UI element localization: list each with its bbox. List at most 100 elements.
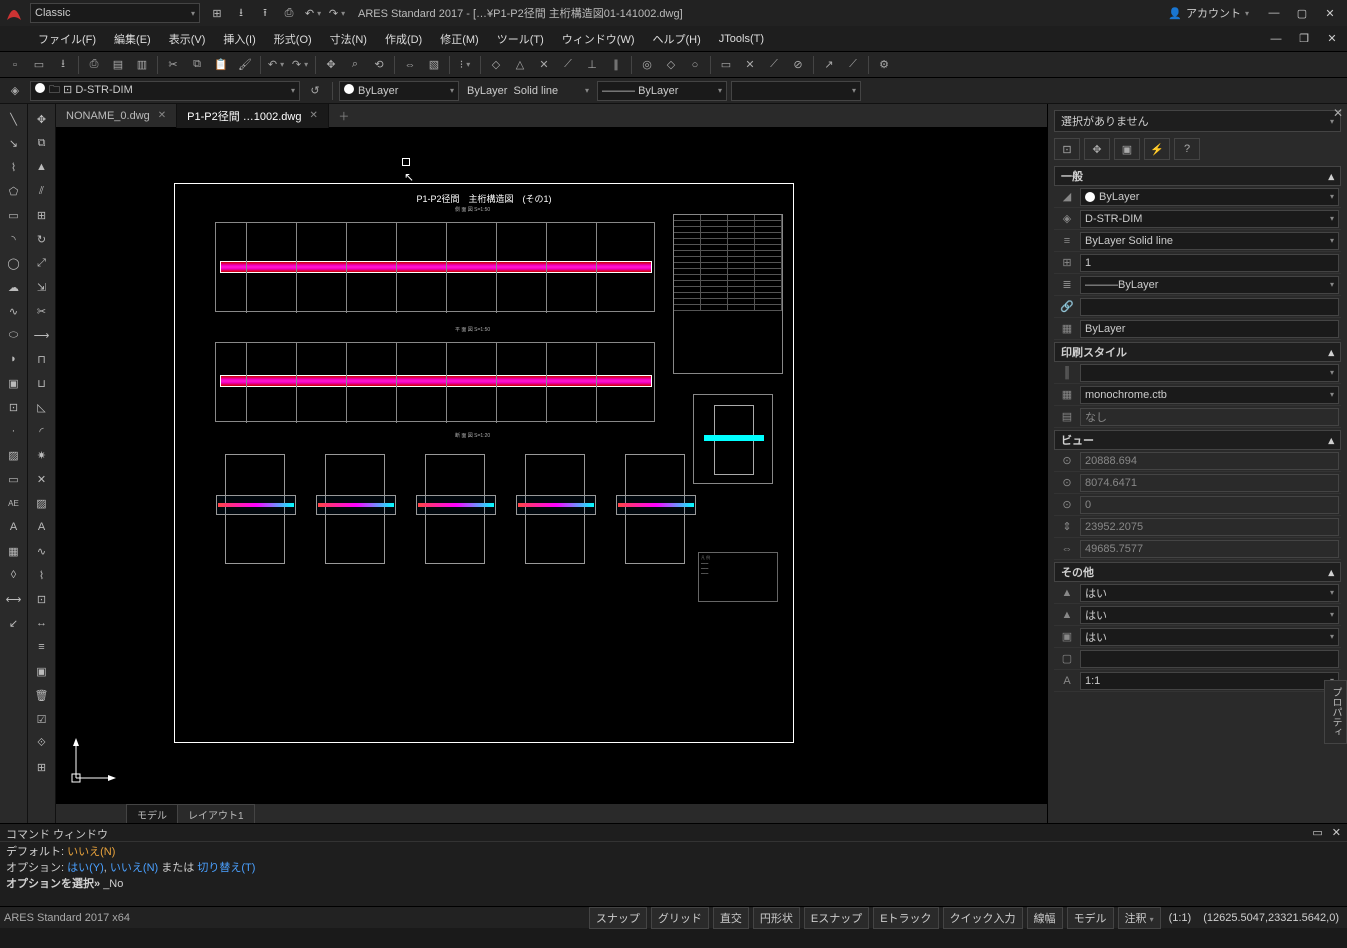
snap-from-button[interactable]: ↗ (818, 55, 840, 75)
help-button[interactable]: ? (1174, 138, 1200, 160)
match-props-button[interactable]: 🖌 (234, 55, 256, 75)
join-button[interactable]: ⊔ (31, 372, 53, 394)
make-block-button[interactable]: ⊡ (3, 396, 25, 418)
revcloud-button[interactable]: ☁ (3, 276, 25, 298)
zoom-prev-button[interactable]: ⟲ (368, 55, 390, 75)
command-history[interactable]: デフォルト: いいえ(N) オプション: はい(Y), いいえ(N) または 切… (0, 842, 1347, 906)
leader-button[interactable]: ↙ (3, 612, 25, 634)
mdi-minimize-button[interactable]: — (1263, 29, 1289, 49)
pan-button[interactable]: ✥ (320, 55, 342, 75)
drawing-canvas[interactable]: ↖ P1-P2径間 主桁構造図 (その1) 側 面 図 S=1:50 (56, 128, 1047, 803)
pick-add-button[interactable]: ▣ (1114, 138, 1140, 160)
undo-button[interactable]: ↶ (302, 3, 324, 23)
status-grid-button[interactable]: グリッド (651, 907, 709, 929)
pedit-button[interactable]: ⟐ (31, 732, 53, 754)
mdi-close-button[interactable]: ✕ (1319, 29, 1345, 49)
rotate-button[interactable]: ↻ (31, 228, 53, 250)
zoom-window-button[interactable]: ⌕ (344, 55, 366, 75)
status-ortho-button[interactable]: 直交 (713, 907, 749, 929)
menu-draw[interactable]: 作成(D) (377, 28, 430, 50)
polyline-button[interactable]: ⌇ (3, 156, 25, 178)
polygon-button[interactable]: ⬠ (3, 180, 25, 202)
chamfer-button[interactable]: ◺ (31, 396, 53, 418)
snap-node-button[interactable]: ✕ (739, 55, 761, 75)
ray-button[interactable]: ↘ (3, 132, 25, 154)
status-annot-button[interactable]: 注釈 (1118, 907, 1161, 929)
snap-ext-button[interactable]: ⟋ (557, 55, 579, 75)
ellipse-button[interactable]: ⬭ (3, 324, 25, 346)
audit-button[interactable]: ☑ (31, 708, 53, 730)
prop-transparency[interactable]: ByLayer (1080, 320, 1339, 338)
print-button[interactable]: ⎙ (83, 55, 105, 75)
prop-hyperlink[interactable] (1080, 298, 1339, 316)
cut-button[interactable]: ✂ (162, 55, 184, 75)
snap-ins-button[interactable]: ▭ (715, 55, 737, 75)
purge-button[interactable]: 🗑 (31, 684, 53, 706)
menu-view[interactable]: 表示(V) (161, 28, 214, 50)
table-button[interactable]: ▦ (3, 540, 25, 562)
snap-quad-button[interactable]: ◇ (660, 55, 682, 75)
layer-manager-button[interactable]: ◈ (4, 81, 26, 101)
edit-hatch-button[interactable]: ▨ (31, 492, 53, 514)
ellipse-arc-button[interactable]: ◗ (3, 348, 25, 370)
close-tab-icon[interactable]: ✕ (310, 110, 318, 121)
prop-lineweight[interactable]: ——— ByLayer▾ (1080, 276, 1339, 294)
prop-ltscale[interactable]: 1 (1080, 254, 1339, 272)
cmd-opt-no[interactable]: いいえ(N) (110, 862, 158, 874)
plotstyle-select[interactable]: ▾ (731, 81, 861, 101)
point-button[interactable]: · (3, 420, 25, 442)
prop-ptable[interactable]: monochrome.ctb▾ (1080, 386, 1339, 404)
fillet-button[interactable]: ◜ (31, 420, 53, 442)
panel-close-button[interactable]: ✕ (1333, 106, 1343, 120)
workspace-select[interactable]: Classic ▾ (30, 3, 200, 23)
close-tab-icon[interactable]: ✕ (158, 110, 166, 121)
save-button[interactable]: ⭳ (52, 55, 74, 75)
stretch-button[interactable]: ⇲ (31, 276, 53, 298)
status-dynin-button[interactable]: クイック入力 (943, 907, 1023, 929)
arc-button[interactable]: ◝ (3, 228, 25, 250)
status-etrack-button[interactable]: Eトラック (873, 907, 938, 929)
menu-insert[interactable]: 挿入(I) (215, 28, 263, 50)
mtext-button[interactable]: A (3, 516, 25, 538)
prop-layer[interactable]: D-STR-DIM▾ (1080, 210, 1339, 228)
section-other-header[interactable]: その他▴ (1054, 562, 1341, 582)
print-preview-button[interactable]: ▤ (107, 55, 129, 75)
paste-button[interactable]: 📋 (210, 55, 232, 75)
snap-none-button[interactable]: ⊘ (787, 55, 809, 75)
new-button[interactable]: ▫ (4, 55, 26, 75)
close-button[interactable]: ✕ (1317, 3, 1343, 23)
hatch-button[interactable]: ▨ (3, 444, 25, 466)
snap-settings-button[interactable]: ⚙ (873, 55, 895, 75)
status-model-button[interactable]: モデル (1067, 907, 1114, 929)
redo-button[interactable]: ↷ (326, 3, 348, 23)
edit-spline-button[interactable]: ∿ (31, 540, 53, 562)
prop-anno[interactable]: はい▾ (1080, 584, 1339, 602)
cmd-opt-yes[interactable]: はい(Y) (67, 862, 104, 874)
dist-button[interactable]: ⇔ (399, 55, 421, 75)
open-button[interactable]: ▭ (28, 55, 50, 75)
undo-button[interactable]: ↶ (265, 55, 287, 75)
section-view-header[interactable]: ビュー▴ (1054, 430, 1341, 450)
layer-select[interactable]: 🗀 ⊡ D-STR-DIM ▾ (30, 81, 300, 101)
layout-tab-layout1[interactable]: レイアウト1 (177, 804, 255, 824)
cmd-dock-button[interactable]: ▭ (1312, 827, 1322, 839)
rectangle-button[interactable]: ▭ (3, 204, 25, 226)
layout-tab-model[interactable]: モデル (126, 804, 178, 824)
prop-blank[interactable] (1080, 650, 1339, 668)
quick-select-button[interactable]: ⊡ (1054, 138, 1080, 160)
edit-pline-button[interactable]: ⌇ (31, 564, 53, 586)
toggle-button[interactable]: ⚡ (1144, 138, 1170, 160)
snap-par-button[interactable]: ∥ (605, 55, 627, 75)
new-doc-icon[interactable]: ⊞ (206, 3, 228, 23)
erase-button[interactable]: ✕ (31, 468, 53, 490)
copy-button[interactable]: ⧉ (31, 132, 53, 154)
text-button[interactable]: AE (3, 492, 25, 514)
circle-button[interactable]: ◯ (3, 252, 25, 274)
cmd-close-button[interactable]: ✕ (1332, 827, 1341, 839)
lengthen-button[interactable]: ↔ (31, 612, 53, 634)
section-print-header[interactable]: 印刷スタイル▴ (1054, 342, 1341, 362)
insert-block-button[interactable]: ▣ (3, 372, 25, 394)
menu-dimension[interactable]: 寸法(N) (322, 28, 375, 50)
account-menu[interactable]: 👤 アカウント ▾ (1162, 5, 1255, 21)
section-general-header[interactable]: 一般▴ (1054, 166, 1341, 186)
